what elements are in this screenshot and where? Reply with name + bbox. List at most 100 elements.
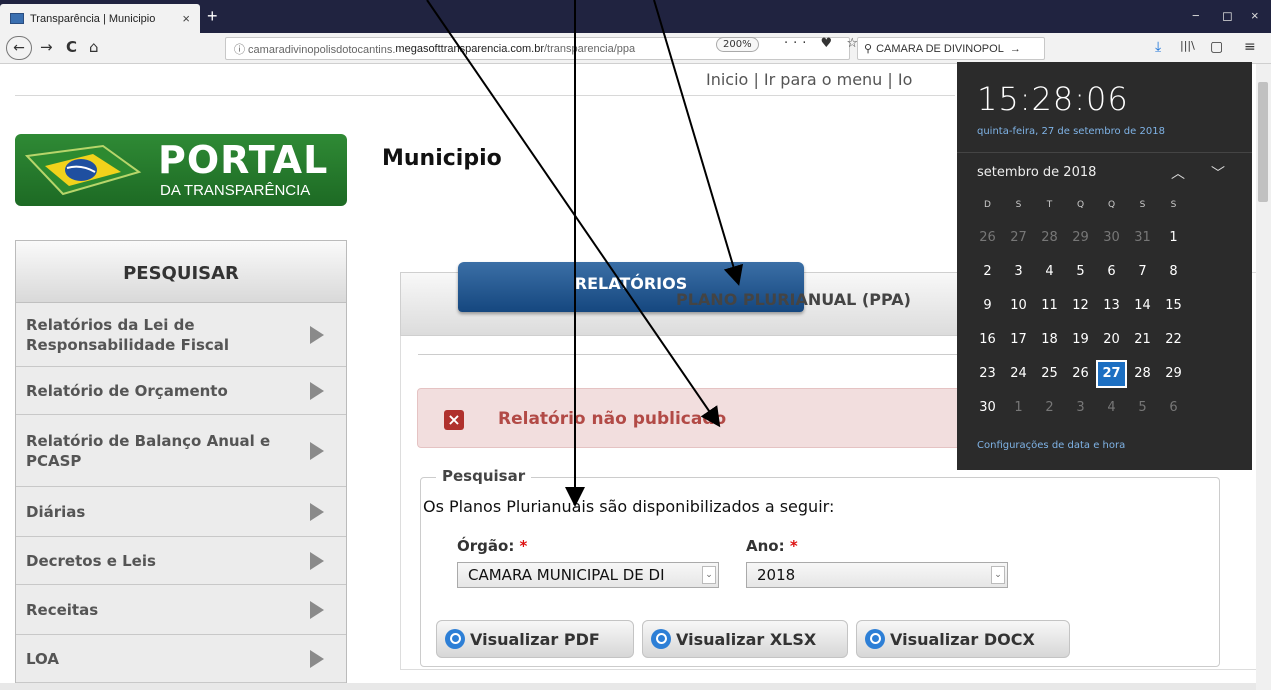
sidebar-item-receitas[interactable]: Receitas	[16, 585, 346, 635]
chevron-right-icon	[310, 649, 324, 668]
calendar-day[interactable]: 29	[1158, 360, 1189, 388]
close-window-button[interactable]: ×	[1251, 8, 1259, 23]
content-divider	[418, 354, 958, 355]
logo-title: PORTAL	[158, 138, 329, 182]
calendar-day[interactable]: 22	[1158, 326, 1189, 354]
horizontal-scrollbar[interactable]	[0, 683, 1256, 690]
home-button[interactable]: ⌂	[89, 38, 99, 56]
calendar-day[interactable]: 13	[1096, 292, 1127, 320]
view-docx-button[interactable]: Visualizar DOCX	[856, 620, 1070, 658]
calendar-day[interactable]: 25	[1034, 360, 1065, 388]
weekday-label: T	[1046, 200, 1053, 210]
calendar-day[interactable]: 18	[1034, 326, 1065, 354]
calendar-day[interactable]: 1	[1158, 224, 1189, 252]
search-box[interactable]: ⚲ CAMARA DE DIVINOPOL →	[857, 37, 1045, 60]
calendar-day[interactable]: 14	[1127, 292, 1158, 320]
sidebar-item-loa[interactable]: LOA	[16, 635, 346, 683]
tab-close-icon[interactable]: ×	[182, 11, 190, 26]
date-time-settings-link[interactable]: Configurações de data e hora	[977, 440, 1125, 451]
orgao-label: Órgão: *	[457, 537, 527, 555]
library-icon[interactable]: |||\	[1180, 39, 1195, 52]
back-button[interactable]: ←	[6, 36, 32, 60]
orgao-select[interactable]: CAMARA MUNICIPAL DE DI ⌄	[457, 562, 719, 588]
calendar-day[interactable]: 12	[1065, 292, 1096, 320]
brazil-flag-icon	[24, 144, 142, 196]
calendar-day[interactable]: 4	[1096, 394, 1127, 422]
chevron-down-icon[interactable]: ⌄	[702, 566, 716, 584]
chevron-up-icon[interactable]: ︿	[1171, 163, 1185, 183]
menu-icon[interactable]: ≡	[1244, 39, 1256, 55]
sidebar-item-decretos[interactable]: Decretos e Leis	[16, 537, 346, 585]
calendar-day[interactable]: 2	[972, 258, 1003, 286]
sidebar-item-balanco[interactable]: Relatório de Balanço Anual e PCASP	[16, 415, 346, 487]
calendar-day[interactable]: 28	[1034, 224, 1065, 252]
clock-date[interactable]: quinta-feira, 27 de setembro de 2018	[977, 126, 1165, 137]
calendar-day[interactable]: 10	[1003, 292, 1034, 320]
view-xlsx-button[interactable]: Visualizar XLSX	[642, 620, 848, 658]
calendar-day[interactable]: 3	[1065, 394, 1096, 422]
calendar-day[interactable]: 6	[1158, 394, 1189, 422]
calendar-day[interactable]: 11	[1034, 292, 1065, 320]
calendar-day[interactable]: 28	[1127, 360, 1158, 388]
calendar-day[interactable]: 19	[1065, 326, 1096, 354]
calendar-day[interactable]: 6	[1096, 258, 1127, 286]
scrollbar-thumb[interactable]	[1258, 82, 1268, 202]
calendar-day[interactable]: 27	[1096, 360, 1127, 388]
reload-button[interactable]: C	[66, 38, 77, 56]
calendar-day[interactable]: 3	[1003, 258, 1034, 286]
search-icon: ⚲	[864, 43, 873, 55]
forward-button[interactable]: →	[40, 38, 53, 56]
tab-ppa[interactable]: PLANO PLURIANUAL (PPA)	[676, 290, 911, 309]
maximize-button[interactable]: ◻	[1222, 8, 1233, 24]
weekday-label: S	[1139, 200, 1146, 210]
orgao-label-text: Órgão:	[457, 537, 515, 555]
calendar-day[interactable]: 9	[972, 292, 1003, 320]
url-prefix: ⓘ camaradivinopolisdotocantins.	[234, 43, 396, 56]
ano-label: Ano: *	[746, 537, 798, 555]
sidebar-item-diarias[interactable]: Diárias	[16, 487, 346, 537]
calendar-day[interactable]: 26	[1065, 360, 1096, 388]
download-icon[interactable]: ⤓	[1155, 39, 1161, 55]
chevron-down-icon[interactable]: ﹀	[1211, 163, 1225, 183]
new-tab-button[interactable]: +	[207, 6, 218, 27]
calendar-day[interactable]: 16	[972, 326, 1003, 354]
calendar-month[interactable]: setembro de 2018	[977, 165, 1096, 180]
calendar-day[interactable]: 1	[1003, 394, 1034, 422]
calendar-day[interactable]: 31	[1127, 224, 1158, 252]
calendar-day[interactable]: 29	[1065, 224, 1096, 252]
chevron-down-icon[interactable]: ⌄	[991, 566, 1005, 584]
calendar-day[interactable]: 26	[972, 224, 1003, 252]
calendar-day[interactable]: 7	[1127, 258, 1158, 286]
calendar-day[interactable]: 2	[1034, 394, 1065, 422]
calendar-day[interactable]: 20	[1096, 326, 1127, 354]
portal-logo[interactable]: PORTAL DA TRANSPARÊNCIA	[15, 134, 347, 206]
calendar-day[interactable]: 24	[1003, 360, 1034, 388]
sidebar-toggle-icon[interactable]: ▢	[1210, 39, 1223, 55]
calendar-day[interactable]: 4	[1034, 258, 1065, 286]
view-pdf-button[interactable]: Visualizar PDF	[436, 620, 634, 658]
calendar-day[interactable]: 5	[1065, 258, 1096, 286]
calendar-day[interactable]: 27	[1003, 224, 1034, 252]
ano-select[interactable]: 2018 ⌄	[746, 562, 1008, 588]
calendar-day[interactable]: 8	[1158, 258, 1189, 286]
sidebar-item-orcamento[interactable]: Relatório de Orçamento	[16, 367, 346, 415]
browser-tab[interactable]: Transparência | Municipio ×	[0, 4, 200, 33]
zoom-indicator[interactable]: 200%	[716, 37, 759, 52]
required-marker: *	[789, 537, 798, 555]
link-ir-para-menu[interactable]: Ir para o menu	[764, 70, 882, 89]
search-go-icon[interactable]: →	[1010, 43, 1021, 55]
calendar-day[interactable]: 30	[972, 394, 1003, 422]
calendar-day[interactable]: 30	[1096, 224, 1127, 252]
calendar-day[interactable]: 17	[1003, 326, 1034, 354]
calendar-day[interactable]: 21	[1127, 326, 1158, 354]
calendar-day[interactable]: 15	[1158, 292, 1189, 320]
calendar-day[interactable]: 23	[972, 360, 1003, 388]
link-truncated[interactable]: Io	[898, 70, 913, 89]
page-actions-icon[interactable]: ··· ♥ ☆	[784, 36, 863, 51]
sidebar-item-lrf[interactable]: Relatórios da Lei de Responsabilidade Fi…	[16, 303, 346, 367]
search-legend: Pesquisar	[436, 467, 532, 485]
calendar-day[interactable]: 5	[1127, 394, 1158, 422]
link-inicio[interactable]: Inicio	[706, 70, 748, 89]
minimize-button[interactable]: −	[1192, 8, 1200, 23]
chevron-right-icon	[310, 600, 324, 619]
